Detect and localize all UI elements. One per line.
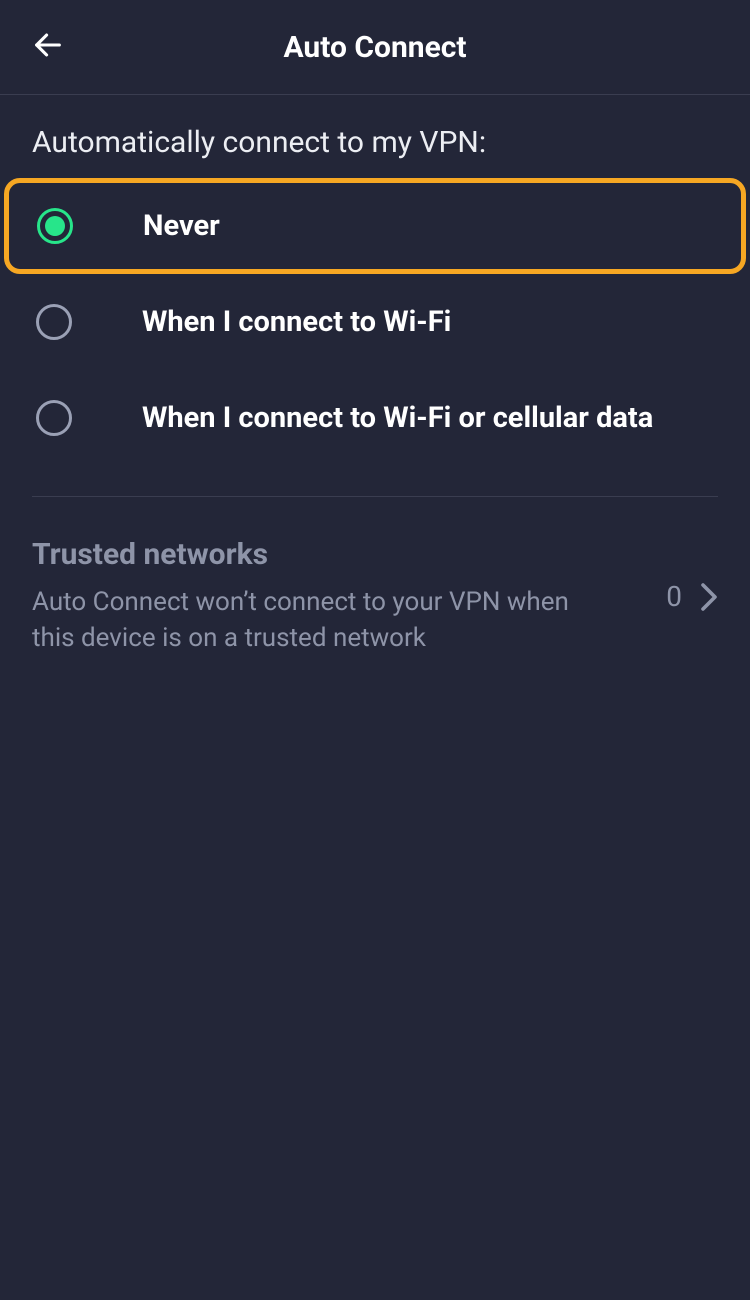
- chevron-right-icon: [700, 582, 718, 612]
- back-button[interactable]: [28, 27, 68, 67]
- option-label: When I connect to Wi-Fi: [142, 305, 451, 339]
- radio-unselected-icon: [36, 304, 72, 340]
- trusted-networks-count: 0: [666, 580, 682, 613]
- trusted-networks-title: Trusted networks: [32, 537, 642, 572]
- radio-selected-icon: [37, 208, 73, 244]
- option-wifi[interactable]: When I connect to Wi-Fi: [8, 274, 742, 370]
- option-label: Never: [143, 209, 220, 243]
- trusted-networks-description: Auto Connect won’t connect to your VPN w…: [32, 584, 612, 657]
- page-title: Auto Connect: [283, 30, 466, 65]
- option-label: When I connect to Wi-Fi or cellular data: [142, 401, 653, 435]
- section-heading: Automatically connect to my VPN:: [0, 95, 750, 178]
- options-list: Never When I connect to Wi-Fi When I con…: [0, 178, 750, 466]
- header-bar: Auto Connect: [0, 0, 750, 95]
- option-never[interactable]: Never: [4, 178, 746, 274]
- arrow-left-icon: [31, 28, 65, 66]
- option-wifi-or-cellular[interactable]: When I connect to Wi-Fi or cellular data: [8, 370, 742, 466]
- trusted-networks-right: 0: [666, 580, 718, 613]
- trusted-networks-row[interactable]: Trusted networks Auto Connect won’t conn…: [0, 497, 750, 657]
- radio-unselected-icon: [36, 400, 72, 436]
- trusted-networks-text: Trusted networks Auto Connect won’t conn…: [32, 537, 666, 657]
